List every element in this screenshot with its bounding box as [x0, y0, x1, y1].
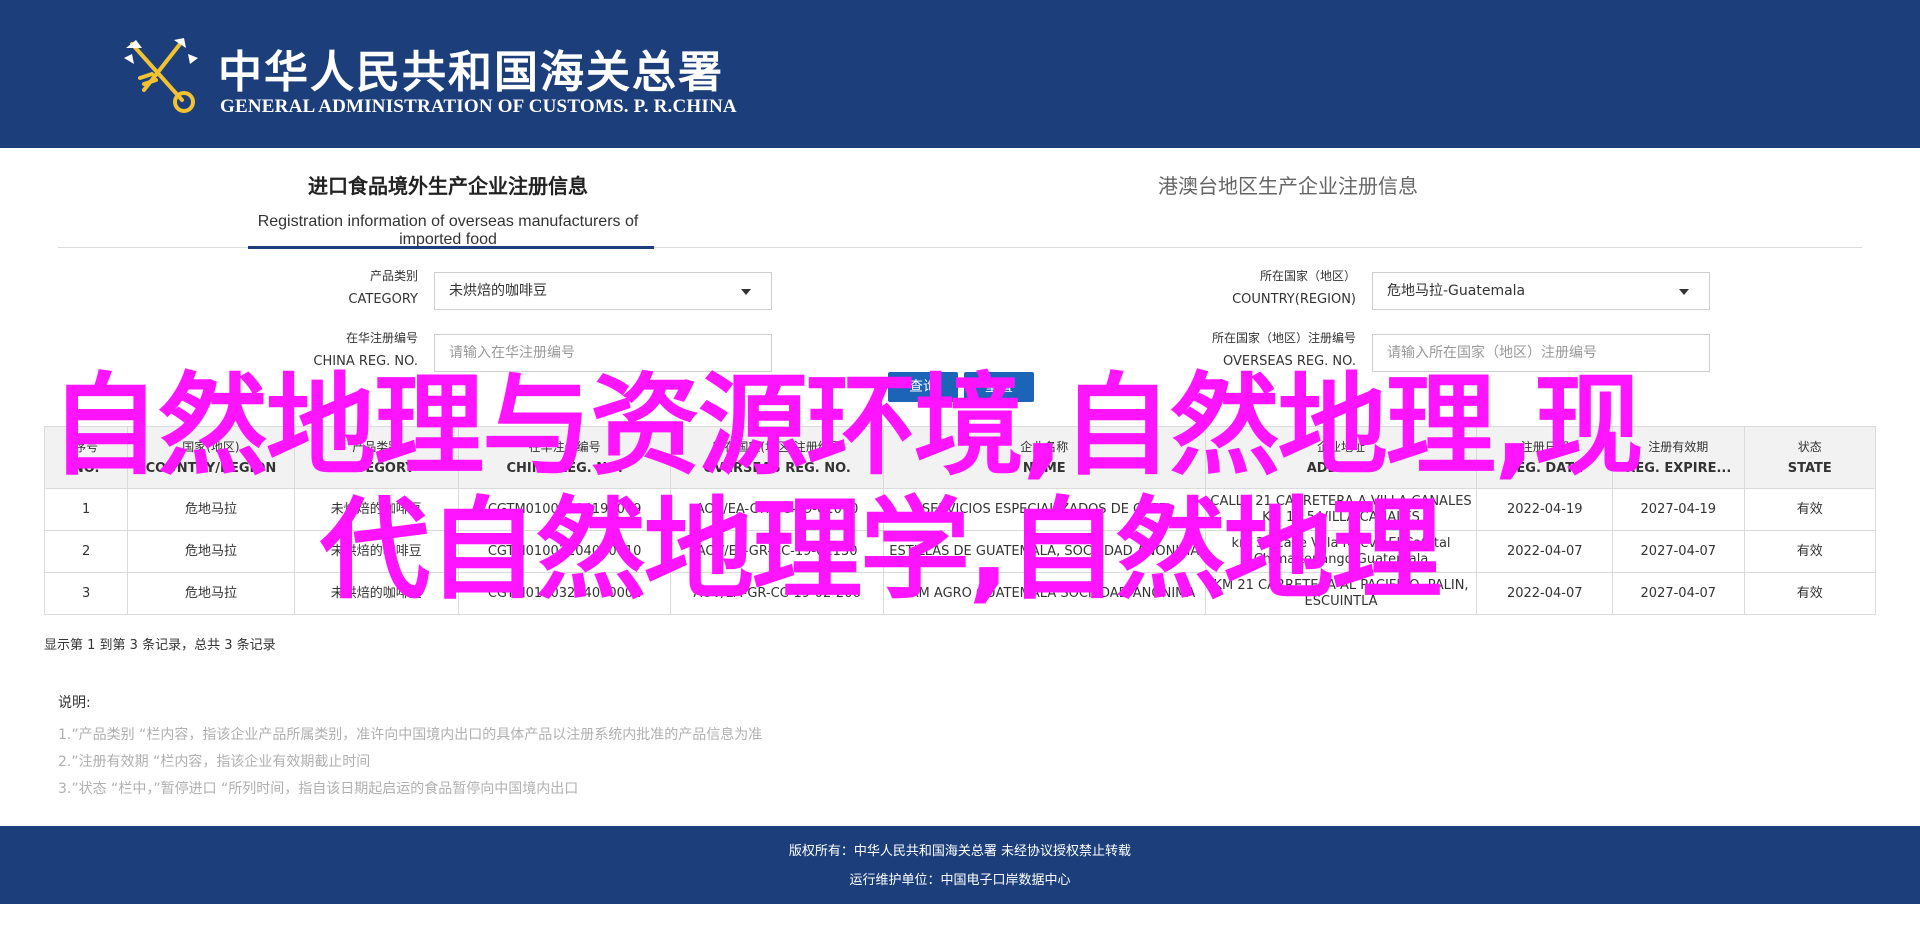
table-cell: 未烘焙的咖啡豆 — [293, 572, 459, 615]
table-cell: CALLE 21 CARRETERA A VILLA CANALES KM 14… — [1204, 488, 1478, 531]
table-cell: 有效 — [1743, 572, 1877, 615]
site-title-cn: 中华人民共和国海关总署 — [218, 47, 724, 98]
table-header-row: 序号 NO. 国家(地区) COUNTRY/REGION 产品类别 CATEGORY … — [43, 426, 1877, 489]
china-reg-label: 在华注册编号 CHINA REG. NO. — [250, 326, 418, 374]
reset-button[interactable]: 重置 — [964, 372, 1034, 402]
table-cell: CGTM01003204070010 — [457, 530, 672, 573]
notes-item: 2.”注册有效期 “栏内容，指该企业有效期截止时间 — [58, 754, 371, 770]
category-label-cn: 产品类别 — [369, 269, 418, 283]
table-cell: AOV/EA-GR-CC-19-02-206 — [670, 572, 884, 615]
table-cell: 危地马拉 — [127, 530, 295, 573]
notes-item: 3.”状态 “栏中，”暂停进口 “所列时间，指自该日期起启运的食品暂停向中国境内… — [58, 781, 579, 797]
table-cell: 2022-04-07 — [1476, 530, 1614, 573]
tab-overseas-manufacturers[interactable]: 进口食品境外生产企业注册信息 Registration information … — [248, 148, 648, 248]
notes-title: 说明: — [58, 695, 91, 711]
site-footer: 版权所有：中华人民共和国海关总署 未经协议授权禁止转载 运行维护单位：中国电子口… — [0, 826, 1920, 904]
table-cell: 有效 — [1743, 488, 1877, 531]
table-cell: 2022-04-19 — [1476, 488, 1614, 531]
country-selected-value: 危地马拉-Guatemala — [1387, 283, 1526, 299]
site-header: 中华人民共和国海关总署 GENERAL ADMINISTRATION OF CU… — [0, 0, 1920, 148]
overseas-reg-label-en: OVERSEAS REG. NO. — [1222, 354, 1356, 369]
tab-label-cn: 进口食品境外生产企业注册信息 — [308, 174, 588, 198]
table-cell: 2027-04-07 — [1612, 572, 1745, 615]
table-cell: AOV/EA-GR-CC-19-01070 — [670, 488, 884, 531]
table-cell: 危地马拉 — [127, 572, 295, 615]
table-cell: ALAM AGRO GUATEMALA SOCIEDAD ANONIMA — [882, 572, 1206, 615]
results-table: 序号 NO. 国家(地区) COUNTRY/REGION 产品类别 CATEGORY … — [43, 426, 1877, 615]
site-logo[interactable]: 中华人民共和国海关总署 GENERAL ADMINISTRATION OF CU… — [122, 34, 737, 124]
country-label-en: COUNTRY(REGION) — [1232, 292, 1356, 307]
category-selected-value: 未烘焙的咖啡豆 — [449, 283, 547, 299]
country-label-cn: 所在国家（地区） — [1259, 269, 1356, 283]
table-row[interactable]: 2 危地马拉 未烘焙的咖啡豆 CGTM01003204070010 AOV/ET… — [43, 530, 1877, 573]
col-header[interactable]: 序号 NO. — [43, 426, 129, 489]
china-reg-input[interactable]: 请输入在华注册编号 — [434, 334, 772, 372]
customs-emblem-icon — [124, 38, 198, 113]
notes-section: 说明: 1.”产品类别 “栏内容，指该企业产品所属类别，准许向中国境内出口的具体… — [58, 692, 762, 803]
col-header[interactable]: 注册日期 REG. DATE — [1476, 426, 1614, 489]
category-label-en: CATEGORY — [348, 292, 418, 307]
overseas-reg-label-cn: 所在国家（地区）注册编号 — [1211, 331, 1356, 345]
footer-maintainer: 运行维护单位：中国电子口岸数据中心 — [849, 873, 1071, 888]
notes-item: 1.”产品类别 “栏内容，指该企业产品所属类别，准许向中国境内出口的具体产品以注… — [58, 727, 763, 743]
col-header[interactable]: 注册有效期 REG. EXPIRE... — [1612, 426, 1745, 489]
table-cell: 未烘焙的咖啡豆 — [293, 530, 459, 573]
china-reg-label-en: CHINA REG. NO. — [313, 354, 418, 369]
active-tab-indicator — [248, 246, 654, 249]
col-header[interactable]: 企业名称 NAME — [882, 426, 1206, 489]
col-header[interactable]: 在华注册编号 CHINA REG. NO. — [457, 426, 672, 489]
china-reg-placeholder: 请输入在华注册编号 — [449, 345, 575, 361]
table-cell: KM 21 CARRETERA AL PACIFICO, PALIN, ESCU… — [1204, 572, 1478, 615]
table-row[interactable]: 1 危地马拉 未烘焙的咖啡豆 CGTM01003204190009 AOV/EA… — [43, 488, 1877, 531]
table-cell: 2 — [43, 530, 129, 573]
tab-label-cn: 港澳台地区生产企业注册信息 — [1158, 174, 1418, 198]
table-cell: 危地马拉 — [127, 488, 295, 531]
table-cell: km 35 calle Villa Nueva El Cafetal Chima… — [1204, 530, 1478, 573]
table-row[interactable]: 3 危地马拉 未烘焙的咖啡豆 CGTM01003204070002 AOV/EA… — [43, 572, 1877, 615]
table-cell: ESTILLAS DE GUATEMALA, SOCIEDAD ANONIMA — [882, 530, 1206, 573]
country-label: 所在国家（地区） COUNTRY(REGION) — [1100, 264, 1356, 312]
table-cell: CGTM01003204190009 — [457, 488, 672, 531]
table-cell: 2027-04-19 — [1612, 488, 1745, 531]
col-header[interactable]: 所在国家(地区)注册编号 OVERSEAS REG. NO. — [670, 426, 884, 489]
table-cell: 3 — [43, 572, 129, 615]
tab-label-en: Registration information of overseas man… — [257, 213, 639, 248]
col-header[interactable]: 企业地址 ADDRESS — [1204, 426, 1478, 489]
col-header[interactable]: 国家(地区) COUNTRY/REGION — [127, 426, 295, 489]
table-cell: CGTM01003204070002 — [457, 572, 672, 615]
pagination-summary: 显示第 1 到第 3 条记录，总共 3 条记录 — [44, 638, 276, 653]
tab-bar: 进口食品境外生产企业注册信息 Registration information … — [58, 148, 1862, 249]
overseas-reg-placeholder: 请输入所在国家（地区）注册编号 — [1387, 345, 1597, 361]
overseas-reg-input[interactable]: 请输入所在国家（地区）注册编号 — [1372, 334, 1710, 372]
table-cell: 2027-04-07 — [1612, 530, 1745, 573]
search-button[interactable]: 查询 — [888, 372, 958, 402]
table-cell: SERVICIOS ESPECIALIZADOS DE CAFE — [882, 488, 1206, 531]
col-header[interactable]: 状态 STATE — [1743, 426, 1877, 489]
search-form: 产品类别 CATEGORY 未烘焙的咖啡豆 所在国家（地区） COUNTRY(R… — [0, 260, 1920, 390]
china-reg-label-cn: 在华注册编号 — [345, 331, 418, 345]
col-header[interactable]: 产品类别 CATEGORY — [293, 426, 459, 489]
category-select[interactable]: 未烘焙的咖啡豆 — [434, 272, 772, 310]
tab-hk-macao-taiwan[interactable]: 港澳台地区生产企业注册信息 — [1058, 148, 1518, 248]
table-cell: AOV/ET-GR-CC-19-01130 — [670, 530, 884, 573]
overseas-reg-label: 所在国家（地区）注册编号 OVERSEAS REG. NO. — [1100, 326, 1356, 374]
table-cell: 有效 — [1743, 530, 1877, 573]
table-cell: 未烘焙的咖啡豆 — [293, 488, 459, 531]
country-select[interactable]: 危地马拉-Guatemala — [1372, 272, 1710, 310]
category-label: 产品类别 CATEGORY — [250, 264, 418, 312]
site-title-en: GENERAL ADMINISTRATION OF CUSTOMS. P. R.… — [220, 96, 737, 117]
footer-copyright: 版权所有：中华人民共和国海关总署 未经协议授权禁止转载 — [788, 844, 1132, 859]
table-cell: 2022-04-07 — [1476, 572, 1614, 615]
table-cell: 1 — [43, 488, 129, 531]
